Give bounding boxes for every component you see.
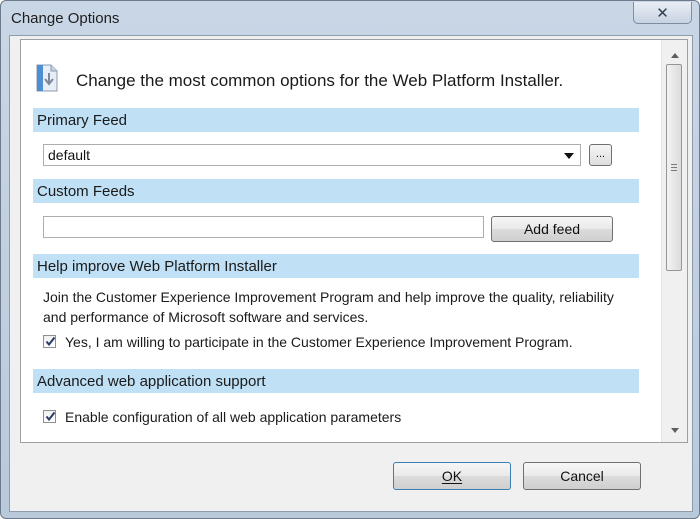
custom-feed-input[interactable] [43, 216, 484, 238]
ok-button-label: OK [441, 468, 463, 484]
checkmark-icon [45, 411, 56, 422]
section-help-improve-title: Help improve Web Platform Installer [37, 257, 277, 275]
dialog-client-area: Change the most common options for the W… [9, 35, 693, 512]
ceip-checkbox[interactable] [43, 335, 56, 348]
options-content: Change the most common options for the W… [21, 40, 661, 442]
title-bar[interactable]: Change Options ✕ [1, 1, 699, 35]
grip-line [671, 167, 677, 168]
window-title: Change Options [11, 10, 120, 27]
vertical-scrollbar[interactable] [661, 40, 687, 442]
close-icon: ✕ [656, 4, 669, 22]
section-help-improve: Help improve Web Platform Installer [33, 254, 639, 278]
section-primary-feed-title: Primary Feed [37, 111, 128, 129]
browse-feed-button[interactable]: ... [589, 144, 612, 166]
advanced-checkbox-row[interactable]: Enable configuration of all web applicat… [43, 409, 543, 427]
primary-feed-select[interactable]: default [43, 144, 581, 166]
primary-feed-selected-value: default [48, 147, 91, 163]
section-primary-feed: Primary Feed [33, 108, 639, 132]
grip-line [671, 170, 677, 171]
advanced-params-checkbox-label[interactable]: Enable configuration of all web applicat… [65, 409, 401, 425]
grip-line [671, 164, 677, 165]
scroll-up-icon[interactable] [671, 53, 679, 58]
checkmark-icon [45, 336, 56, 347]
options-scroll-panel[interactable]: Change the most common options for the W… [20, 39, 688, 443]
ceip-checkbox-row[interactable]: Yes, I am willing to participate in the … [43, 334, 623, 352]
section-advanced: Advanced web application support [33, 369, 639, 393]
add-feed-button[interactable]: Add feed [491, 216, 613, 242]
scroll-thumb[interactable] [666, 64, 682, 271]
scroll-down-icon[interactable] [671, 428, 679, 433]
section-custom-feeds-title: Custom Feeds [37, 182, 135, 200]
dialog-header: Change the most common options for the W… [34, 57, 654, 97]
ceip-checkbox-label[interactable]: Yes, I am willing to participate in the … [65, 334, 573, 350]
close-button[interactable]: ✕ [633, 2, 692, 24]
dropdown-arrow-icon[interactable] [564, 153, 574, 159]
dialog-header-text: Change the most common options for the W… [76, 71, 564, 90]
ok-button[interactable]: OK [393, 462, 511, 490]
section-advanced-title: Advanced web application support [37, 372, 266, 390]
installer-icon [34, 63, 60, 93]
ceip-description: Join the Customer Experience Improvement… [43, 289, 614, 325]
cancel-button[interactable]: Cancel [523, 462, 641, 490]
advanced-params-checkbox[interactable] [43, 410, 56, 423]
change-options-dialog: Change Options ✕ Change the most common … [0, 0, 700, 519]
section-custom-feeds: Custom Feeds [33, 179, 639, 203]
cancel-button-label: Cancel [560, 468, 604, 484]
